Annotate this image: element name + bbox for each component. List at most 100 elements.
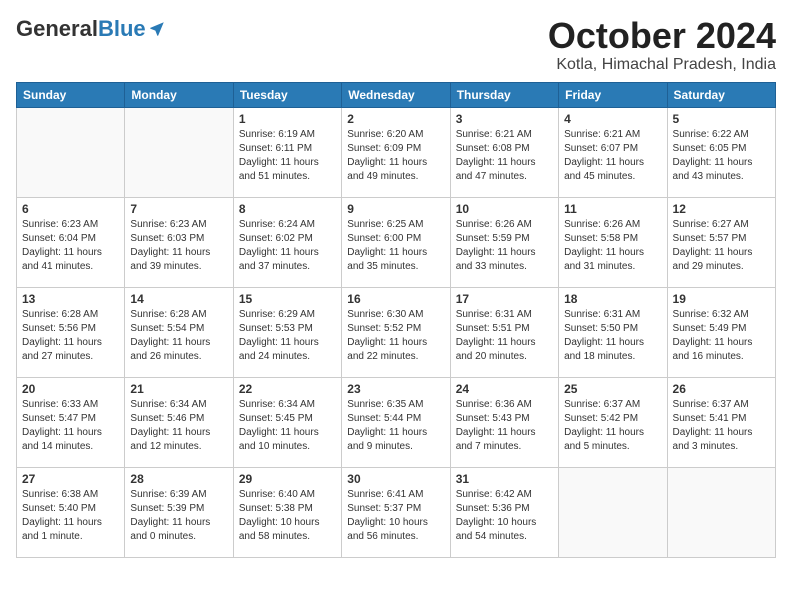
logo-bird-icon (148, 20, 166, 38)
calendar-cell: 31 Sunrise: 6:42 AMSunset: 5:36 PMDayligh… (450, 467, 558, 557)
day-info: Sunrise: 6:30 AMSunset: 5:52 PMDaylight:… (347, 308, 444, 364)
calendar-cell: 27Sunrise: 6:38 AMSunset: 5:40 PMDayligh… (17, 467, 125, 557)
calendar-cell: 5 Sunrise: 6:22 AMSunset: 6:05 PMDaylight… (667, 107, 775, 197)
day-number: 14 (130, 292, 227, 306)
calendar-cell: 12Sunrise: 6:27 AMSunset: 5:57 PMDayligh… (667, 197, 775, 287)
calendar-cell (667, 467, 775, 557)
week-row-1: 1Sunrise: 6:19 AMSunset: 6:11 PMDaylight… (17, 107, 776, 197)
calendar-title: October 2024 (548, 16, 776, 56)
day-info: Sunrise: 6:26 AMSunset: 5:58 PMDaylight:… (564, 218, 661, 274)
day-number: 11 (564, 202, 661, 216)
calendar-cell: 11 Sunrise: 6:26 AMSunset: 5:58 PMDayligh… (559, 197, 667, 287)
calendar-cell: 1Sunrise: 6:19 AMSunset: 6:11 PMDaylight… (233, 107, 341, 197)
week-row-4: 20Sunrise: 6:33 AMSunset: 5:47 PMDayligh… (17, 377, 776, 467)
day-number: 12 (673, 202, 770, 216)
calendar-cell: 26 Sunrise: 6:37 AMSunset: 5:41 PMDayligh… (667, 377, 775, 467)
day-info: Sunrise: 6:38 AMSunset: 5:40 PMDaylight:… (22, 488, 119, 544)
weekday-header-thursday: Thursday (450, 82, 558, 107)
calendar-cell: 19 Sunrise: 6:32 AMSunset: 5:49 PMDayligh… (667, 287, 775, 377)
calendar-cell: 8 Sunrise: 6:24 AMSunset: 6:02 PMDaylight… (233, 197, 341, 287)
day-number: 15 (239, 292, 336, 306)
calendar-cell: 29 Sunrise: 6:40 AMSunset: 5:38 PMDayligh… (233, 467, 341, 557)
day-info: Sunrise: 6:41 AMSunset: 5:37 PMDaylight:… (347, 488, 444, 544)
calendar-body: 1Sunrise: 6:19 AMSunset: 6:11 PMDaylight… (17, 107, 776, 557)
day-number: 1 (239, 112, 336, 126)
day-info: Sunrise: 6:39 AMSunset: 5:39 PMDaylight:… (130, 488, 227, 544)
week-row-3: 13Sunrise: 6:28 AMSunset: 5:56 PMDayligh… (17, 287, 776, 377)
day-info: Sunrise: 6:40 AMSunset: 5:38 PMDaylight:… (239, 488, 336, 544)
calendar-cell: 13Sunrise: 6:28 AMSunset: 5:56 PMDayligh… (17, 287, 125, 377)
day-number: 10 (456, 202, 553, 216)
calendar-cell: 17Sunrise: 6:31 AMSunset: 5:51 PMDayligh… (450, 287, 558, 377)
day-info: Sunrise: 6:34 AMSunset: 5:45 PMDaylight:… (239, 398, 336, 454)
calendar-cell: 30 Sunrise: 6:41 AMSunset: 5:37 PMDayligh… (342, 467, 450, 557)
day-info: Sunrise: 6:23 AMSunset: 6:04 PMDaylight:… (22, 218, 119, 274)
day-info: Sunrise: 6:25 AMSunset: 6:00 PMDaylight:… (347, 218, 444, 274)
calendar-cell: 25Sunrise: 6:37 AMSunset: 5:42 PMDayligh… (559, 377, 667, 467)
calendar-cell (559, 467, 667, 557)
calendar-cell: 9 Sunrise: 6:25 AMSunset: 6:00 PMDaylight… (342, 197, 450, 287)
logo: GeneralBlue (16, 16, 166, 42)
day-number: 20 (22, 382, 119, 396)
day-info: Sunrise: 6:21 AMSunset: 6:08 PMDaylight:… (456, 128, 553, 184)
logo-blue-text: Blue (98, 16, 146, 42)
day-info: Sunrise: 6:28 AMSunset: 5:54 PMDaylight:… (130, 308, 227, 364)
day-number: 21 (130, 382, 227, 396)
day-number: 31 (456, 472, 553, 486)
day-number: 7 (130, 202, 227, 216)
weekday-row: SundayMondayTuesdayWednesdayThursdayFrid… (17, 82, 776, 107)
day-info: Sunrise: 6:22 AMSunset: 6:05 PMDaylight:… (673, 128, 770, 184)
day-info: Sunrise: 6:24 AMSunset: 6:02 PMDaylight:… (239, 218, 336, 274)
day-info: Sunrise: 6:21 AMSunset: 6:07 PMDaylight:… (564, 128, 661, 184)
day-number: 30 (347, 472, 444, 486)
calendar-cell: 28 Sunrise: 6:39 AMSunset: 5:39 PMDayligh… (125, 467, 233, 557)
calendar-cell: 4 Sunrise: 6:21 AMSunset: 6:07 PMDaylight… (559, 107, 667, 197)
weekday-header-tuesday: Tuesday (233, 82, 341, 107)
weekday-header-sunday: Sunday (17, 82, 125, 107)
day-info: Sunrise: 6:37 AMSunset: 5:41 PMDaylight:… (673, 398, 770, 454)
calendar-cell: 18 Sunrise: 6:31 AMSunset: 5:50 PMDayligh… (559, 287, 667, 377)
day-number: 29 (239, 472, 336, 486)
day-info: Sunrise: 6:42 AMSunset: 5:36 PMDaylight:… (456, 488, 553, 544)
calendar-cell: 2Sunrise: 6:20 AMSunset: 6:09 PMDaylight… (342, 107, 450, 197)
calendar-table: SundayMondayTuesdayWednesdayThursdayFrid… (16, 82, 776, 558)
calendar-cell: 16 Sunrise: 6:30 AMSunset: 5:52 PMDayligh… (342, 287, 450, 377)
day-number: 3 (456, 112, 553, 126)
day-number: 28 (130, 472, 227, 486)
day-info: Sunrise: 6:31 AMSunset: 5:51 PMDaylight:… (456, 308, 553, 364)
weekday-header-saturday: Saturday (667, 82, 775, 107)
day-info: Sunrise: 6:32 AMSunset: 5:49 PMDaylight:… (673, 308, 770, 364)
calendar-cell: 14 Sunrise: 6:28 AMSunset: 5:54 PMDayligh… (125, 287, 233, 377)
calendar-cell: 3 Sunrise: 6:21 AMSunset: 6:08 PMDaylight… (450, 107, 558, 197)
day-number: 19 (673, 292, 770, 306)
calendar-header: SundayMondayTuesdayWednesdayThursdayFrid… (17, 82, 776, 107)
day-info: Sunrise: 6:23 AMSunset: 6:03 PMDaylight:… (130, 218, 227, 274)
day-number: 16 (347, 292, 444, 306)
day-info: Sunrise: 6:26 AMSunset: 5:59 PMDaylight:… (456, 218, 553, 274)
calendar-cell (17, 107, 125, 197)
day-info: Sunrise: 6:34 AMSunset: 5:46 PMDaylight:… (130, 398, 227, 454)
weekday-header-monday: Monday (125, 82, 233, 107)
day-number: 18 (564, 292, 661, 306)
day-number: 22 (239, 382, 336, 396)
day-number: 4 (564, 112, 661, 126)
title-block: October 2024 Kotla, Himachal Pradesh, In… (548, 16, 776, 74)
calendar-cell: 22 Sunrise: 6:34 AMSunset: 5:45 PMDayligh… (233, 377, 341, 467)
day-number: 5 (673, 112, 770, 126)
day-number: 13 (22, 292, 119, 306)
day-number: 9 (347, 202, 444, 216)
page-header: GeneralBlue October 2024 Kotla, Himachal… (16, 16, 776, 74)
week-row-5: 27Sunrise: 6:38 AMSunset: 5:40 PMDayligh… (17, 467, 776, 557)
day-info: Sunrise: 6:31 AMSunset: 5:50 PMDaylight:… (564, 308, 661, 364)
logo-general-text: General (16, 16, 98, 42)
calendar-cell: 24Sunrise: 6:36 AMSunset: 5:43 PMDayligh… (450, 377, 558, 467)
day-number: 23 (347, 382, 444, 396)
calendar-cell: 10 Sunrise: 6:26 AMSunset: 5:59 PMDayligh… (450, 197, 558, 287)
calendar-subtitle: Kotla, Himachal Pradesh, India (548, 56, 776, 74)
day-info: Sunrise: 6:20 AMSunset: 6:09 PMDaylight:… (347, 128, 444, 184)
day-number: 26 (673, 382, 770, 396)
day-number: 24 (456, 382, 553, 396)
day-number: 8 (239, 202, 336, 216)
weekday-header-friday: Friday (559, 82, 667, 107)
day-info: Sunrise: 6:37 AMSunset: 5:42 PMDaylight:… (564, 398, 661, 454)
